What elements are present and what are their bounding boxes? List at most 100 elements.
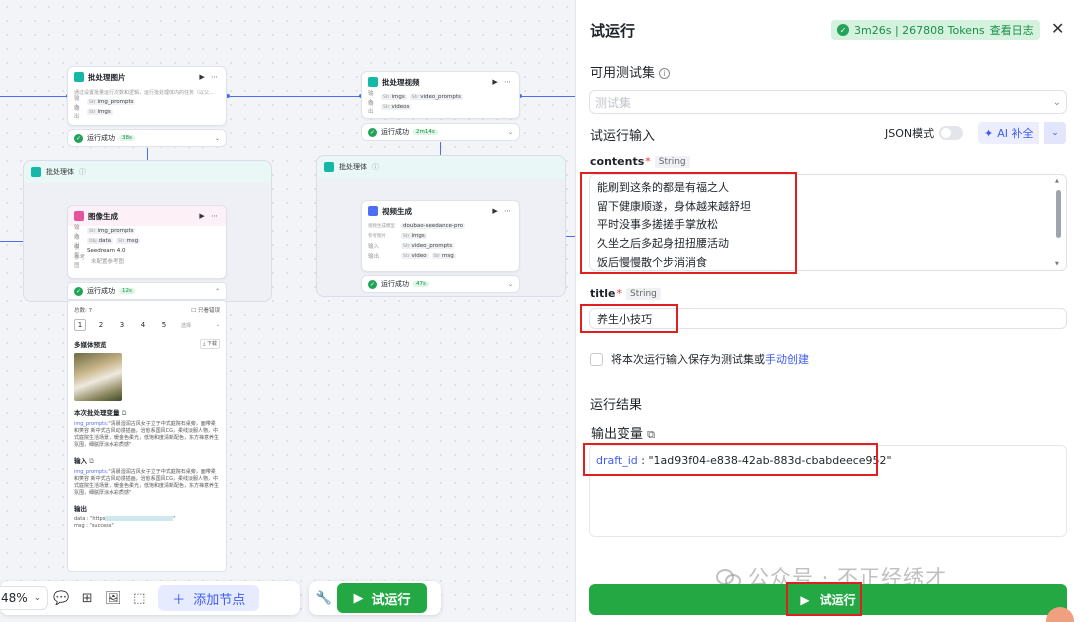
close-icon[interactable]: ✕ (1051, 19, 1064, 38)
type-tag: String (626, 287, 661, 300)
save-as-test-set-checkbox[interactable] (590, 352, 603, 366)
wire (440, 142, 441, 156)
node-actions[interactable]: ▶ ⋯ (199, 212, 220, 220)
var-chip: data (98, 238, 112, 244)
scroll-down-icon[interactable]: ▼ (1055, 261, 1059, 267)
only-errors-checkbox[interactable]: ☐ 只看错误 (191, 306, 220, 314)
test-set-select[interactable]: 测试集 ⌄ (589, 90, 1067, 114)
image-thumbnail[interactable] (74, 353, 122, 401)
check-circle-icon: ✓ (74, 133, 83, 143)
run-status-bar[interactable]: ✓ 运行成功 2m14s ⌄ (361, 123, 520, 141)
type-tag: Str (89, 100, 96, 105)
var-chip: imgs (97, 109, 111, 115)
ai-fill-label: AI 补全 (997, 127, 1034, 140)
batch-image-node[interactable]: 批处理图片 ▶ ⋯ 通过设置批量运行次数和逻辑，运行批处理体内的任务（以父...… (67, 66, 227, 126)
scrollbar-thumb[interactable] (1056, 190, 1061, 238)
page-5[interactable]: 5 (158, 319, 170, 331)
contents-label: contents * String (590, 155, 690, 168)
info-icon: ⓘ (79, 168, 86, 176)
batch-icon (74, 72, 84, 82)
var-chip: msg (126, 238, 139, 244)
node-actions[interactable]: ▶ ⋯ (199, 73, 220, 81)
reference-key: 参考图片 (368, 234, 386, 239)
page-1[interactable]: 1 (74, 319, 86, 331)
status-label: 运行成功 (381, 128, 409, 136)
media-preview-title: 多媒体预览 (74, 341, 107, 349)
test-set-label: 可用测试集 i (590, 62, 671, 81)
view-log-link[interactable]: 查看日志 (990, 22, 1034, 38)
copy-icon[interactable]: ⧉ (647, 428, 655, 441)
copy-icon[interactable]: ⧉ (122, 409, 127, 417)
save-as-test-set-row: 将本次运行输入保存为测试集或手动创建 (590, 351, 809, 367)
type-tag: Obj (89, 239, 97, 244)
chevron-down-icon[interactable]: ⌄ (508, 129, 513, 136)
run-status-bar[interactable]: ✓ 运行成功 12s ⌃ (67, 282, 227, 300)
run-status-bar[interactable]: ✓ 运行成功 47s ⌄ (361, 275, 520, 293)
zoom-select[interactable]: 48% ⌄ (0, 586, 49, 610)
sparkle-icon: ✦ (984, 126, 994, 140)
batch-body-icon (31, 167, 41, 177)
group-title: 批处理体 (339, 163, 367, 171)
ai-fill-dropdown[interactable]: ⌄ (1044, 122, 1066, 144)
group-title: 批处理体 (46, 168, 74, 176)
chevron-down-icon[interactable]: ⌄ (215, 135, 220, 142)
type-tag: Str (383, 105, 390, 110)
image-generation-node[interactable]: 图像生成 ▶ ⋯ 输入 Str img_prompts 输出 Obj data Str ms… (67, 205, 227, 279)
chevron-up-icon[interactable]: ⌃ (215, 288, 220, 295)
run-result-card: 总数: 7 ☐ 只看错误 1 2 3 4 5 选择 ⌄ 多媒体预览 ⤓ 下载 本… (67, 300, 227, 572)
node-actions[interactable]: ▶ ⋯ (492, 207, 513, 215)
run-status-bar[interactable]: ✓ 运行成功 38s ⌄ (67, 129, 227, 147)
download-label: 下载 (206, 341, 217, 347)
scroll-up-icon[interactable]: ▲ (1055, 178, 1059, 184)
check-circle-icon: ✓ (368, 127, 377, 137)
page-4[interactable]: 4 (137, 319, 149, 331)
input-title: 输入 ⧉ (74, 455, 220, 466)
comment-icon[interactable]: 💬 (48, 585, 74, 611)
pointer-select-icon[interactable]: ⬚ (126, 585, 152, 611)
layout-grid-icon[interactable]: ⊞ (74, 585, 100, 611)
page-select[interactable]: 选择 (181, 322, 191, 329)
title-label: title * String (590, 287, 661, 300)
field-name: title (590, 287, 616, 300)
model-chip: doubao-seedance-pro (401, 223, 466, 229)
output-vars-label: 输出变量 ⧉ (591, 423, 655, 442)
model-key: 视频生成模型 (368, 224, 395, 229)
video-generation-node[interactable]: 视频生成 ▶ ⋯ 视频生成模型 doubao-seedance-pro 参考图片 S… (361, 200, 520, 272)
chevron-down-icon: ⌄ (33, 593, 42, 603)
video-icon (368, 206, 378, 216)
var-chip: video_prompts (411, 243, 453, 249)
workflow-canvas[interactable]: 批处理体 ⓘ 批处理体 ⓘ 批处理图片 ▶ ⋯ 通过设置批量运行次数和逻辑，运行… (0, 0, 575, 622)
output-key: 输出 (368, 254, 380, 260)
reference-value: 未配置参考图 (91, 259, 125, 265)
required-mark: * (616, 287, 623, 300)
save-text: 将本次运行输入保存为测试集或 (611, 353, 765, 366)
required-mark: * (645, 155, 651, 168)
manual-create-link[interactable]: 手动创建 (765, 353, 809, 366)
chevron-down-icon[interactable]: ⌄ (216, 322, 220, 328)
json-mode-toggle[interactable] (939, 126, 964, 140)
test-run-button[interactable]: ▶ 试运行 (337, 583, 427, 613)
type-tag: Str (118, 239, 125, 244)
wrench-icon[interactable]: 🔧 (311, 585, 337, 611)
copy-icon[interactable]: ⧉ (89, 457, 94, 465)
var-chip: imgs (411, 233, 425, 239)
page-2[interactable]: 2 (95, 319, 107, 331)
type-tag: Str (403, 234, 410, 239)
batch-vars-label: 本次批处理变量 (74, 409, 120, 417)
image-icon[interactable]: 🖼 (100, 585, 126, 611)
ai-fill-button[interactable]: ✦ AI 补全 (978, 122, 1040, 144)
page-3[interactable]: 3 (116, 319, 128, 331)
node-title: 视频生成 (382, 206, 412, 216)
batch-video-node[interactable]: 批处理视频 ▶ ⋯ 输入 Str imgs Str video_prompts 输出 St… (361, 71, 520, 119)
var-key: img_prompts: (74, 469, 109, 475)
node-title: 批处理图片 (88, 72, 126, 82)
add-node-button[interactable]: ＋ 添加节点 (158, 585, 260, 611)
input-label: 输入 (74, 457, 87, 465)
var-chip: img_prompts (97, 228, 134, 234)
download-button[interactable]: ⤓ 下载 (200, 339, 220, 349)
test-set-label-text: 可用测试集 (590, 66, 656, 81)
node-actions[interactable]: ▶ ⋯ (492, 78, 513, 86)
panel-title: 试运行 (590, 22, 636, 40)
chevron-down-icon[interactable]: ⌄ (508, 281, 513, 288)
scrollbar[interactable]: ▲ ▼ (1055, 178, 1063, 267)
